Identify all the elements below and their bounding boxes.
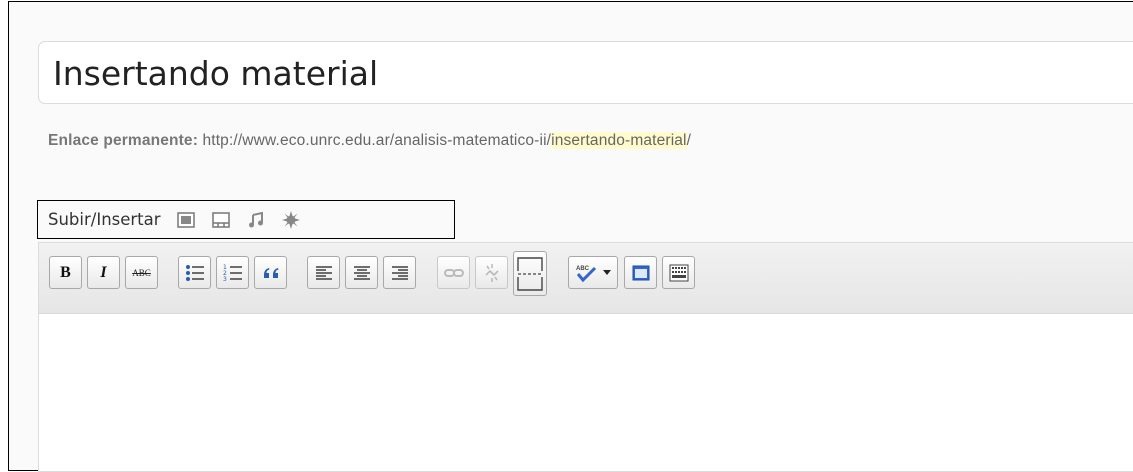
permalink-label: Enlace permanente: bbox=[48, 132, 199, 149]
fullscreen-button[interactable] bbox=[624, 256, 657, 289]
blockquote-icon bbox=[263, 267, 278, 278]
spellcheck-button[interactable]: ABC bbox=[568, 256, 618, 289]
align-center-button[interactable] bbox=[345, 256, 378, 289]
strikethrough-button[interactable]: ABC bbox=[125, 256, 158, 289]
permalink-slug[interactable]: insertando-material bbox=[551, 132, 687, 149]
bullet-list-icon bbox=[185, 264, 204, 281]
numbered-list-icon: 123 bbox=[223, 264, 242, 282]
svg-text:ABC: ABC bbox=[576, 266, 590, 272]
italic-label: I bbox=[100, 263, 107, 281]
permalink-end: / bbox=[686, 132, 692, 149]
more-tag-icon bbox=[517, 256, 543, 291]
unlink-icon bbox=[484, 263, 499, 282]
blockquote-button[interactable] bbox=[254, 256, 287, 289]
kitchen-sink-icon bbox=[669, 264, 688, 281]
permalink-row: Enlace permanente: http://www.eco.unrc.e… bbox=[48, 132, 691, 150]
insert-more-button[interactable] bbox=[513, 251, 547, 296]
italic-button[interactable]: I bbox=[87, 256, 120, 289]
bullet-list-button[interactable] bbox=[178, 256, 211, 289]
content-editor[interactable]: B I ABC 123 ABC bbox=[38, 242, 1133, 472]
align-right-button[interactable] bbox=[383, 256, 416, 289]
align-left-icon bbox=[315, 265, 332, 280]
svg-text:3: 3 bbox=[223, 276, 227, 282]
post-title-input[interactable]: Insertando material bbox=[38, 41, 1133, 104]
fullscreen-icon bbox=[632, 265, 649, 280]
media-upload-label: Subir/Insertar bbox=[48, 210, 161, 229]
editor-toolbar: B I ABC 123 ABC bbox=[39, 243, 1133, 314]
align-left-button[interactable] bbox=[307, 256, 340, 289]
bold-button[interactable]: B bbox=[49, 256, 82, 289]
media-icon[interactable] bbox=[281, 210, 300, 229]
bold-label: B bbox=[60, 263, 71, 281]
post-title-text: Insertando material bbox=[53, 54, 379, 93]
strikethrough-label: ABC bbox=[132, 267, 151, 278]
unlink-button[interactable] bbox=[475, 256, 508, 289]
kitchen-sink-button[interactable] bbox=[662, 256, 695, 289]
music-icon[interactable] bbox=[247, 211, 265, 229]
spellcheck-icon: ABC bbox=[576, 266, 597, 282]
chevron-down-icon[interactable] bbox=[603, 270, 611, 275]
link-icon bbox=[443, 268, 464, 277]
image-icon[interactable] bbox=[176, 211, 195, 229]
numbered-list-button[interactable]: 123 bbox=[216, 256, 249, 289]
video-icon[interactable] bbox=[211, 211, 230, 229]
insert-link-button[interactable] bbox=[437, 256, 470, 289]
align-right-icon bbox=[391, 265, 408, 280]
align-center-icon bbox=[353, 265, 370, 280]
permalink-base: http://www.eco.unrc.edu.ar/analisis-mate… bbox=[202, 132, 552, 149]
media-upload-bar: Subir/Insertar bbox=[37, 200, 455, 239]
